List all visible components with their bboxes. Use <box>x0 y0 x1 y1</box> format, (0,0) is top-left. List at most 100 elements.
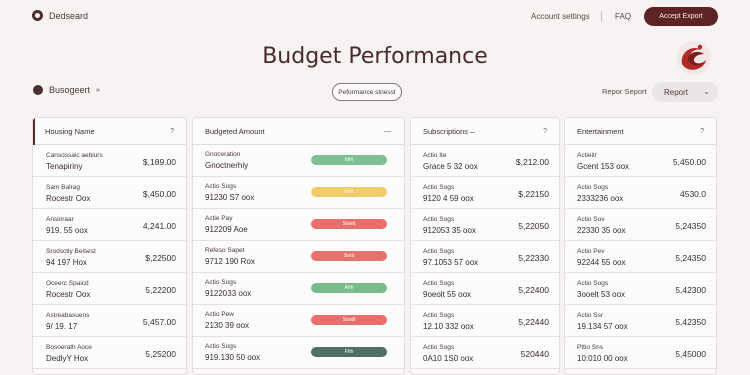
row-value: $,450.00 <box>142 189 176 199</box>
column-header[interactable]: Subscriptions – ? <box>411 118 559 145</box>
row-detail: 3ooelt 53 oox <box>577 290 626 299</box>
status-badge[interactable]: Sootit <box>311 315 387 325</box>
help-icon[interactable]: ? <box>170 128 174 135</box>
export-button[interactable]: Accept Export <box>644 7 718 26</box>
row-label: Actio Sogs <box>423 280 455 287</box>
row-detail: 9120 4 59 oox <box>423 194 474 203</box>
budget-icon <box>33 85 43 95</box>
status-badge[interactable]: Sont <box>311 251 387 261</box>
table-row[interactable]: Oceerc Spaicd Rocestr Oox 5,22200 <box>33 273 186 305</box>
row-label: Actio Sogs <box>423 184 455 191</box>
table-row[interactable]: Cansossaic aebiurs Tenapiriny $,189.00 <box>33 145 186 177</box>
row-value: 520440 <box>520 349 549 359</box>
row-detail: 9712 190 Rox <box>205 257 255 266</box>
status-badge[interactable]: Soont <box>311 219 387 229</box>
row-detail: 0A10 1S0 oox <box>423 354 474 363</box>
row-detail: Gnoctnerhiy <box>205 161 249 170</box>
table-row[interactable]: Actio Sogs 0A10 1S0 oox 520440 <box>411 337 559 369</box>
table-row[interactable]: Actie Pay 912209 Aoe Soont <box>193 209 404 241</box>
logo-icon <box>32 10 43 21</box>
table-row[interactable]: Actio Sogs 2333236 oox 4530.0 <box>565 177 716 209</box>
status-badge[interactable]: tont <box>311 187 387 197</box>
more-icon[interactable]: — <box>384 128 392 135</box>
table-row[interactable]: Actieitr Gcent 153 oox 5,450.00 <box>565 145 716 177</box>
account-settings-link[interactable]: Account settings <box>531 12 590 21</box>
row-value: 5,42300 <box>675 285 706 295</box>
report-dropdown[interactable]: Report ⌄ <box>652 82 718 102</box>
row-label: Oceerc Spaicd <box>46 280 89 287</box>
row-value: $,22500 <box>145 253 176 263</box>
table-row[interactable]: Actio Sov 22330 35 oox 5,24350 <box>565 209 716 241</box>
row-detail: 9122033 oox <box>205 289 252 298</box>
row-label: Srodsctiy Belsest <box>46 248 96 255</box>
table-row[interactable]: Refeso Sapet 9712 190 Rox Sont <box>193 241 404 273</box>
help-icon[interactable]: ? <box>543 128 547 135</box>
nav-divider <box>601 11 602 22</box>
chevron-down-icon: ⌄ <box>703 87 710 96</box>
status-badge[interactable]: Ahh <box>311 283 387 293</box>
table-row[interactable]: Sam Balrag Rocestr Oox $,450.00 <box>33 177 186 209</box>
table-row[interactable]: Ansioraar 919. 55 oox 4,241.00 <box>33 209 186 241</box>
row-label: Actie Pay <box>205 215 233 222</box>
row-detail: 9/ 19. 17 <box>46 322 78 331</box>
faq-link[interactable]: FAQ <box>615 12 631 21</box>
row-value: 5,22330 <box>518 253 549 263</box>
row-value: $,212.00 <box>515 157 549 167</box>
row-label: Actio Sov <box>577 216 605 223</box>
table-row[interactable]: Bosoerath Aoce DedlyY Hox 5,25200 <box>33 337 186 369</box>
performance-button[interactable]: Peformance stnesst <box>332 83 402 101</box>
row-detail: 919. 55 oox <box>46 226 88 235</box>
row-label: Actio Sogs <box>205 183 237 190</box>
row-value: 5,22440 <box>518 317 549 327</box>
table-row[interactable]: Actio Sogs 9120 4 59 oox $,22150 <box>411 177 559 209</box>
subscriptions-column: Subscriptions – ? Actio Ite Grace 5 32 oo… <box>410 117 560 375</box>
table-row[interactable]: Actio Sogs 12.10 332 oox 5,22440 <box>411 305 559 337</box>
row-detail: 19.134 57 oox <box>577 322 628 331</box>
table-row[interactable]: Actio Ite Grace 5 32 oox $,212.00 <box>411 145 559 177</box>
row-label: Bosoerath Aoce <box>46 344 92 351</box>
row-label: Refeso Sapet <box>205 247 245 254</box>
table-row[interactable]: Actio Sogs 9122033 oox Ahh <box>193 273 404 305</box>
row-detail: 912209 Aoe <box>205 225 248 234</box>
row-value: 5,22200 <box>145 285 176 295</box>
row-detail: 912053 35 oox <box>423 226 476 235</box>
row-value: 5,22050 <box>518 221 549 231</box>
table-row[interactable]: Pttio Sns 10:010 00 oox 5,45000 <box>565 337 716 369</box>
table-row[interactable]: Actio Pew 2130 39 oox Sootit <box>193 305 404 337</box>
row-detail: DedlyY Hox <box>46 354 89 363</box>
column-title: Entertainment <box>577 126 624 136</box>
chevron-right-icon: » <box>96 86 100 94</box>
status-badge[interactable]: hhh <box>311 155 387 165</box>
budgeted-amount-column: Budgeted Amount — Gnoceration Gnoctnerhiy… <box>192 117 405 375</box>
table-row[interactable]: Actio Sogs 9oeolt 55 oox 5,22400 <box>411 273 559 305</box>
column-title: Housing Name <box>45 126 95 136</box>
column-header[interactable]: Budgeted Amount — <box>193 118 404 145</box>
row-label: Ansioraar <box>46 216 74 223</box>
table-row[interactable]: Astreabasuens 9/ 19. 17 5,457.00 <box>33 305 186 337</box>
column-header[interactable]: Housing Name ? <box>33 118 186 145</box>
table-row[interactable]: Actio Sogs 97.1053 57 oox 5,22330 <box>411 241 559 273</box>
table-row[interactable]: Srodsctiy Belsest 94 197 Hox $,22500 <box>33 241 186 273</box>
row-label: Sam Balrag <box>46 184 80 191</box>
column-title: Budgeted Amount <box>205 126 265 136</box>
row-detail: Grace 5 32 oox <box>423 162 478 171</box>
table-row[interactable]: Actio Sogs 912053 35 oox 5,22050 <box>411 209 559 241</box>
column-header[interactable]: Entertainment ? <box>565 118 716 145</box>
row-label: Actio Sogs <box>577 184 609 191</box>
row-label: Gnoceration <box>205 151 241 158</box>
app-logo[interactable]: Dedseard <box>32 10 88 21</box>
table-row[interactable]: Actio Sogs 91230 S7 oox tont <box>193 177 404 209</box>
page-title: Budget Performance <box>262 44 488 69</box>
row-label: Actio Ite <box>423 152 447 159</box>
logo-text: Dedseard <box>49 10 89 21</box>
table-row[interactable]: Actio Pev 92244 55 oox 5,24350 <box>565 241 716 273</box>
budget-selector[interactable]: Busogeert » <box>33 85 100 95</box>
row-value: 5,25200 <box>145 349 176 359</box>
table-row[interactable]: Gnoceration Gnoctnerhiy hhh <box>193 145 404 177</box>
table-row[interactable]: Actio Ssr 19.134 57 oox 5,42350 <box>565 305 716 337</box>
help-icon[interactable]: ? <box>700 128 704 135</box>
table-row[interactable]: Actio Sogs 3ooelt 53 oox 5,42300 <box>565 273 716 305</box>
table-row[interactable]: Actio Sogs 919.130 50 oox Fhh <box>193 337 404 369</box>
row-value: 5,24350 <box>675 221 706 231</box>
status-badge[interactable]: Fhh <box>311 347 387 357</box>
